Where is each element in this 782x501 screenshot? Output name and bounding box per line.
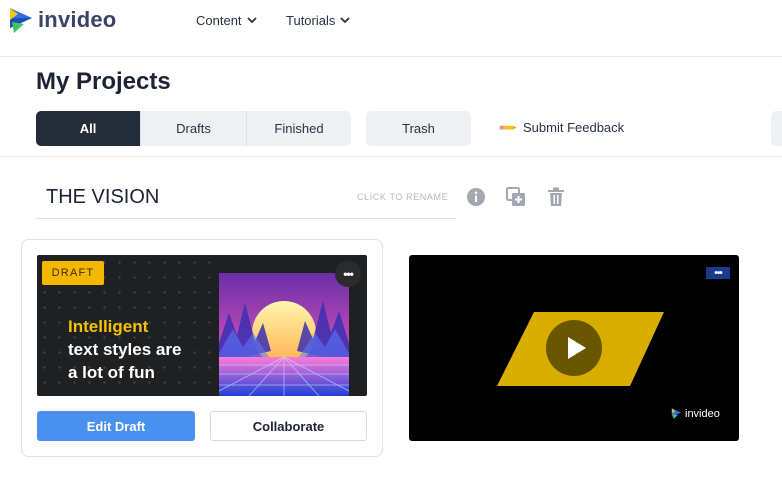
collaborate-button[interactable]: Collaborate xyxy=(210,411,367,441)
finished-video-card[interactable]: ••• invideo xyxy=(409,255,739,441)
invideo-logo[interactable]: invideo xyxy=(8,6,116,34)
invideo-logo-icon xyxy=(10,8,32,33)
thumbnail-text-line3: a lot of fun xyxy=(68,363,155,382)
chevron-down-icon xyxy=(246,17,257,24)
draft-more-options-button[interactable]: ••• xyxy=(335,261,361,287)
draft-status-badge: DRAFT xyxy=(42,261,104,285)
draft-thumbnail[interactable]: Intelligent text styles are a lot of fun xyxy=(37,255,367,396)
search-button[interactable] xyxy=(771,111,782,146)
nav-tutorials[interactable]: Tutorials xyxy=(286,13,351,28)
brand-name: invideo xyxy=(38,7,117,32)
pencil-icon xyxy=(499,125,517,129)
video-watermark-text: invideo xyxy=(685,407,720,420)
tab-finished[interactable]: Finished xyxy=(246,111,351,146)
nav-content[interactable]: Content xyxy=(196,13,257,28)
video-more-options-button[interactable]: ••• xyxy=(706,267,730,279)
info-icon[interactable] xyxy=(465,186,487,208)
rename-hint: CLICK TO RENAME xyxy=(357,192,449,202)
tab-all[interactable]: All xyxy=(36,111,140,146)
folder-name[interactable]: THE VISION xyxy=(46,186,159,209)
page-title: My Projects xyxy=(36,68,171,95)
project-filter-tabs: All Drafts Finished xyxy=(36,111,351,146)
duplicate-icon[interactable] xyxy=(505,186,527,208)
trash-icon[interactable] xyxy=(545,186,567,208)
nav-content-label: Content xyxy=(196,13,242,28)
section-divider xyxy=(0,156,782,157)
video-watermark: invideo xyxy=(671,407,720,420)
thumbnail-text-accent: Intelligent xyxy=(68,317,149,336)
tab-trash[interactable]: Trash xyxy=(366,111,471,146)
thumbnail-text-line2: text styles are xyxy=(68,340,182,359)
chevron-down-icon xyxy=(340,17,351,24)
nav-tutorials-label: Tutorials xyxy=(286,13,336,28)
folder-name-underline xyxy=(36,218,456,219)
edit-draft-button[interactable]: Edit Draft xyxy=(37,411,195,441)
invideo-logo-icon xyxy=(671,408,682,419)
submit-feedback-label: Submit Feedback xyxy=(523,120,625,135)
synthwave-sun-artwork xyxy=(219,273,349,396)
thumbnail-text: Intelligent text styles are a lot of fun xyxy=(68,315,181,384)
submit-feedback-link[interactable]: Submit Feedback xyxy=(497,120,624,135)
tab-drafts[interactable]: Drafts xyxy=(140,111,246,146)
top-navigation-bar: invideo Content Tutorials xyxy=(0,0,782,57)
